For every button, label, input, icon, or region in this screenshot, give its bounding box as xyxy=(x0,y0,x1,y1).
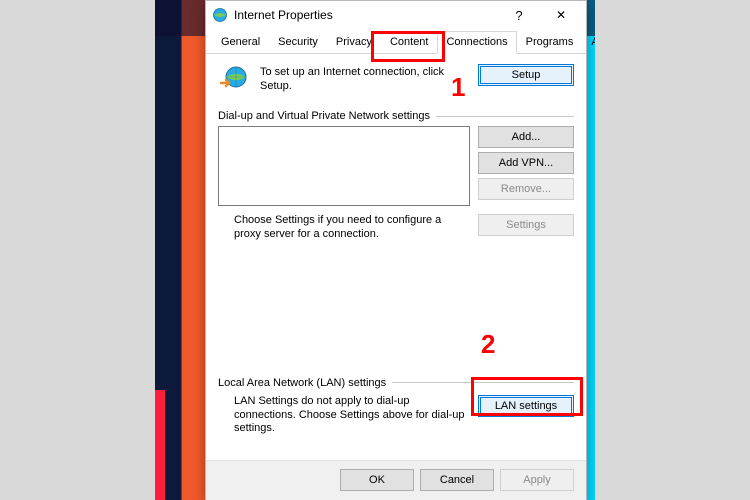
close-icon: ✕ xyxy=(556,8,566,22)
internet-options-icon xyxy=(212,7,228,23)
dialog-footer: OK Cancel Apply xyxy=(206,460,586,500)
caption-divider xyxy=(392,382,574,383)
proxy-desc-text: Choose Settings if you need to configure… xyxy=(218,214,470,242)
add-vpn-button[interactable]: Add VPN... xyxy=(478,152,574,174)
dialup-listbox[interactable] xyxy=(218,126,470,206)
lan-caption: Local Area Network (LAN) settings xyxy=(218,377,386,389)
tab-security[interactable]: Security xyxy=(269,31,327,53)
setup-text: To set up an Internet connection, click … xyxy=(260,64,468,94)
add-button[interactable]: Add... xyxy=(478,126,574,148)
tab-general[interactable]: General xyxy=(212,31,269,53)
lan-settings-button[interactable]: LAN settings xyxy=(478,395,574,417)
internet-properties-dialog: Internet Properties ? ✕ General Security… xyxy=(205,0,587,500)
globe-setup-icon xyxy=(218,64,250,96)
help-button[interactable]: ? xyxy=(498,1,540,29)
remove-button[interactable]: Remove... xyxy=(478,178,574,200)
lan-group: Local Area Network (LAN) settings LAN Se… xyxy=(218,377,574,436)
close-button[interactable]: ✕ xyxy=(540,1,582,29)
tab-connections[interactable]: Connections xyxy=(437,31,516,54)
ok-button[interactable]: OK xyxy=(340,469,414,491)
tab-programs[interactable]: Programs xyxy=(517,31,583,53)
dialup-caption: Dial-up and Virtual Private Network sett… xyxy=(218,110,430,122)
lan-text: LAN Settings do not apply to dial-up con… xyxy=(218,395,470,436)
setup-button[interactable]: Setup xyxy=(478,64,574,86)
apply-button[interactable]: Apply xyxy=(500,469,574,491)
dialup-settings-button[interactable]: Settings xyxy=(478,214,574,236)
cancel-button[interactable]: Cancel xyxy=(420,469,494,491)
caption-divider xyxy=(436,116,574,117)
titlebar: Internet Properties ? ✕ xyxy=(206,1,586,29)
setup-row: To set up an Internet connection, click … xyxy=(218,64,574,96)
tab-advanced[interactable]: Advanced xyxy=(582,31,595,53)
dialup-group: Dial-up and Virtual Private Network sett… xyxy=(218,110,574,242)
dialog-body: To set up an Internet connection, click … xyxy=(206,54,586,460)
window-title: Internet Properties xyxy=(234,8,498,22)
help-icon: ? xyxy=(515,8,522,23)
tab-content[interactable]: Content xyxy=(381,31,438,53)
tab-strip: General Security Privacy Content Connect… xyxy=(206,31,586,54)
tab-privacy[interactable]: Privacy xyxy=(327,31,381,53)
